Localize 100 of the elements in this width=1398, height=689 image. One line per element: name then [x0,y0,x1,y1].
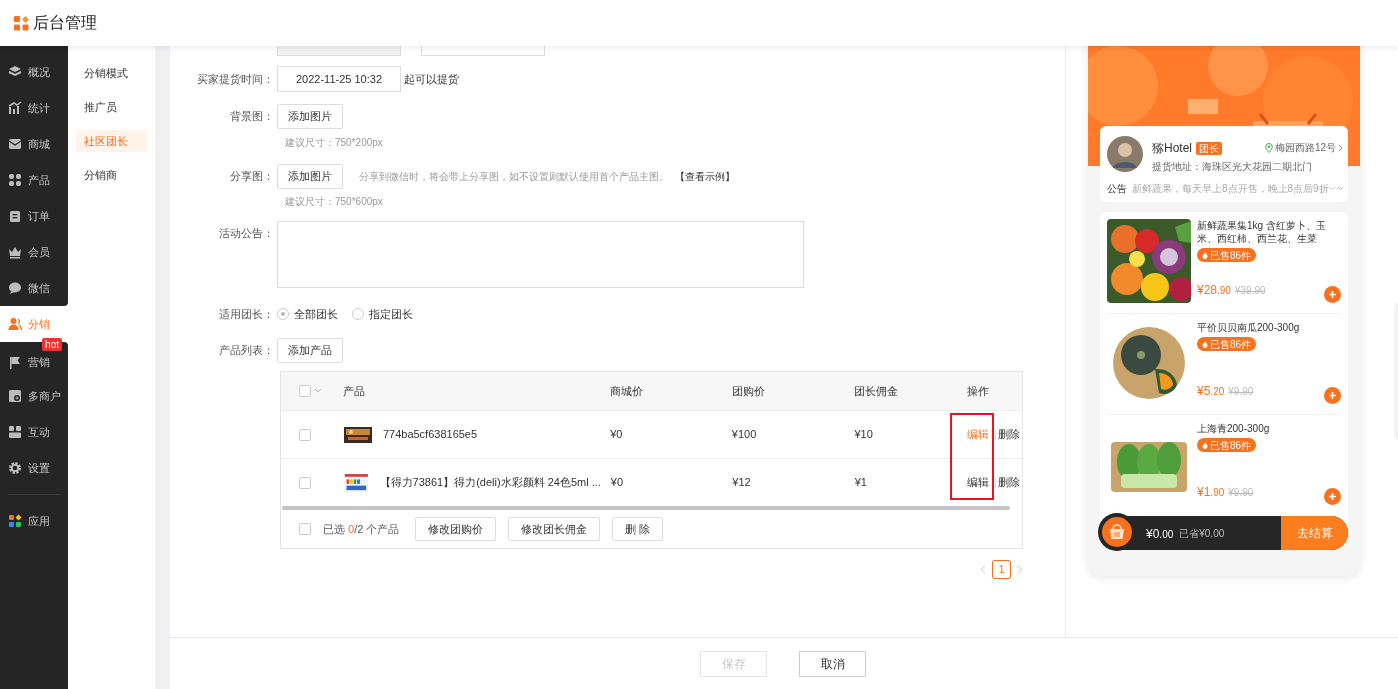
table-action-button[interactable]: 修改团购价 [415,517,497,541]
product-price: ¥1.90 [1197,484,1225,501]
sidebar-item[interactable]: 产品 [0,162,68,198]
sold-badge: 已售86件 [1197,438,1257,452]
checkbox[interactable] [299,523,311,535]
form-label: 适用团长： [219,308,274,320]
original-price: ¥9.90 [1228,486,1254,500]
form-label: 分享图： [230,170,274,182]
table-cell: ¥0 [610,428,623,441]
add-product-button[interactable]: 添加产品 [277,338,343,363]
column-header: 产品 [342,384,365,397]
add-image-button[interactable]: 添加图片 [277,104,343,129]
mail-icon [8,137,22,151]
delete-link[interactable]: 删除 [998,426,1021,443]
size-hint: 建议尺寸：750*200px [284,136,383,150]
saved-amount: 已省¥0.00 [1179,526,1225,541]
product-name: 774ba5cf638165e5 [382,427,478,443]
original-price: ¥9.90 [1228,385,1254,399]
submenu-item[interactable]: 推广员 [76,96,147,118]
plus-icon [1328,290,1337,299]
flag-icon [8,355,22,370]
blocks-icon [8,425,22,439]
sidebar-item[interactable]: 营销 [0,351,68,378]
chevron-right-icon [1338,143,1343,152]
cancel-button[interactable]: 取消 [799,650,866,677]
table-cell: ¥100 [731,428,757,441]
form-label: 背景图： [230,110,274,122]
app-title: 后台管理 [33,13,97,33]
logo-icon [14,15,29,31]
table-cell: ¥0 [610,476,624,489]
edit-link[interactable]: 编辑 [967,474,990,491]
leader-tag: 团长 [1196,141,1222,155]
column-header: 团购价 [731,384,765,397]
column-header: 操作 [967,384,990,397]
column-header: 商城价 [610,384,644,397]
notice-textarea[interactable] [277,221,804,288]
avatar [1107,136,1143,172]
table-action-button[interactable]: 删 除 [612,517,664,541]
product-title: 平价贝贝南瓜200-300g [1197,321,1301,334]
plus-icon [1328,492,1337,501]
sidebar-item[interactable]: 多商户 [0,378,68,414]
sold-badge: 已售86件 [1197,248,1257,262]
location-pin-icon [1264,142,1273,153]
product-name: 【得力73861】得力(deli)水彩颜料 24色5ml ... [379,475,601,491]
selection-summary: 已选 0/2 个产品 [323,521,400,537]
location-text: 梅园西路12号 [1274,141,1336,155]
sidebar-item[interactable]: 订单 [0,198,68,234]
add-to-cart-button[interactable] [1324,488,1341,505]
form-label: 买家提货时间： [197,73,274,85]
plus-icon [1328,391,1337,400]
pickup-address: 提货地址：海珠区光大花园二期北门 [1152,160,1312,174]
sidebar-item[interactable]: 会员 [0,234,68,270]
field-suffix: 起可以提货 [404,71,459,87]
submenu-item[interactable]: 分销商 [76,164,147,186]
cart-total: ¥0.00 [1146,526,1174,543]
add-image-button[interactable]: 添加图片 [277,164,343,189]
radio-option[interactable]: 指定团长 [352,305,413,323]
sidebar-item[interactable]: 微信 [0,270,68,306]
notice-label: 公告 [1107,182,1127,196]
chevron-left-icon [980,565,986,574]
sidebar-item[interactable]: 互动 [0,414,68,450]
select-all-checkbox[interactable] [299,385,311,397]
crown-icon [8,245,22,259]
table-action-button[interactable]: 修改团长佣金 [508,517,601,541]
form-label: 产品列表： [219,344,274,356]
product-price: ¥28.90 [1197,282,1231,299]
leader-name: 猕Hotel [1152,140,1192,157]
delete-link[interactable]: 删除 [998,474,1021,491]
hot-badge: hot [42,338,62,351]
original-price: ¥39.90 [1234,284,1266,298]
radio-button[interactable] [277,308,289,320]
chat-icon [8,281,22,295]
example-link[interactable]: 【查看示例】 [675,169,735,184]
settings-icon [8,461,22,475]
layers-icon [8,65,22,79]
submenu-item[interactable]: 分销模式 [76,62,147,84]
chevron-right-icon [1017,565,1023,574]
column-header: 团长佣金 [854,384,899,397]
notice-text: 新鲜蔬果，每天早上8点开售，晚上8点后9折⋯ [1132,182,1339,196]
form-label: 活动公告： [219,227,274,239]
store-icon [8,389,22,403]
sidebar-item[interactable]: 设置 [0,450,68,486]
table-cell: ¥12 [732,476,751,489]
grid-icon [8,173,22,187]
sidebar-item[interactable]: 统计 [0,90,68,126]
add-to-cart-button[interactable] [1324,387,1341,404]
sidebar-item[interactable]: 概况 [0,54,68,90]
help-text: 分享到微信时，将会带上分享图，如不设置则默认使用首个产品主图。 [359,170,669,184]
users-icon [8,317,22,331]
sidebar-item[interactable]: 商城 [0,126,68,162]
table-cell: ¥1 [854,476,867,489]
radio-option[interactable]: 全部团长 [277,305,338,323]
checkbox[interactable] [299,476,311,489]
date-field[interactable]: 2022-11-25 10:32 [277,66,401,92]
checkbox[interactable] [299,428,311,441]
add-to-cart-button[interactable] [1324,286,1341,303]
sidebar-item[interactable]: 应用 [0,503,68,539]
product-title: 上海青200-300g [1197,422,1271,435]
radio-button[interactable] [352,308,364,320]
apps-icon [8,514,22,528]
